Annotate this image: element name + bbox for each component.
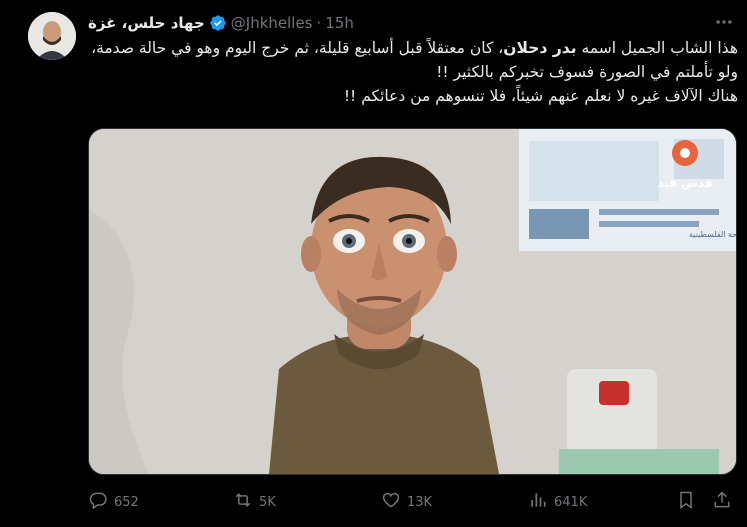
avatar[interactable] [28, 12, 76, 60]
bookmark-button[interactable] [676, 488, 696, 516]
share-button[interactable] [712, 488, 732, 516]
reply-button[interactable]: 652 [88, 488, 139, 516]
text-line1-bold: بدر دحلان [503, 39, 577, 57]
repost-button[interactable]: 5K [233, 488, 276, 516]
repost-count: 5K [259, 494, 276, 510]
views-count: 641K [554, 494, 588, 510]
tweet-paragraph-2: هناك الآلاف غيره لا نعلم عنهم شيئاً، فلا… [343, 87, 738, 105]
like-button[interactable]: 13K [381, 488, 432, 516]
views-icon [528, 490, 548, 514]
author-handle[interactable]: @Jhkhelles [231, 14, 313, 32]
views-button[interactable]: 641K [528, 488, 587, 516]
action-bar: 652 5K 13K 641K [88, 488, 738, 516]
verified-icon [209, 14, 227, 32]
reply-icon [88, 490, 108, 514]
tweet-paragraph-1: هذا الشاب الجميل اسمه بدر دحلان، كان معت… [88, 36, 738, 84]
timestamp[interactable]: 15h [325, 14, 354, 32]
text-line1-pre: هذا الشاب الجميل اسمه [576, 39, 738, 57]
reply-count: 652 [114, 494, 139, 510]
tweet[interactable]: جهاد حلس، غزة @Jhkhelles · 15h هذا الشاب… [0, 0, 747, 527]
more-icon[interactable] [712, 12, 736, 34]
tweet-text: هذا الشاب الجميل اسمه بدر دحلان، كان معت… [88, 36, 738, 108]
bookmark-icon [676, 490, 696, 514]
like-count: 13K [407, 494, 433, 510]
tweet-photo[interactable]: وزارة الصحة الفلسطينية قدس فيد [88, 128, 737, 475]
poster-text: وزارة الصحة الفلسطينية [689, 230, 736, 239]
share-icon [712, 490, 732, 514]
separator-dot: · [316, 14, 322, 32]
like-icon [381, 490, 401, 514]
author-name[interactable]: جهاد حلس، غزة [88, 14, 205, 32]
watermark-text: قدس فيد [657, 176, 712, 190]
repost-icon [233, 490, 253, 514]
tweet-header: جهاد حلس، غزة @Jhkhelles · 15h [88, 12, 354, 34]
